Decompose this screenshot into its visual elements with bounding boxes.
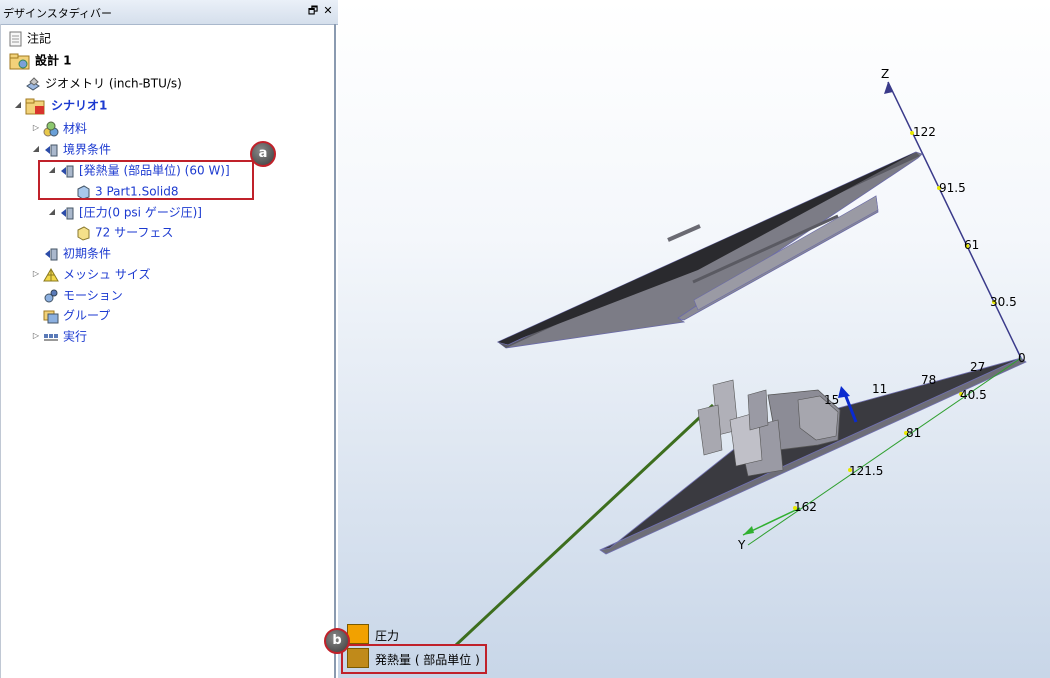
z-tick-label: 122 (913, 125, 936, 139)
expand-arrow-icon[interactable]: ▷ (31, 119, 41, 137)
tree-label: シナリオ1 (51, 98, 108, 113)
group-icon (43, 310, 59, 323)
partial-tick-label: 78 (921, 373, 936, 387)
study-tree: 注記 設計 1 ジオメトリ (inch-BTU/s) ◢ シナリオ1 ▷ 材料 … (0, 24, 336, 678)
tree-item-design[interactable]: 設計 1 (9, 51, 72, 69)
z-axis-line (887, 81, 1022, 359)
z-tick-label: 0 (1018, 351, 1026, 365)
tree-item-scenario[interactable]: ◢ シナリオ1 (15, 96, 108, 114)
tree-item-run[interactable]: ▷ 実行 (33, 327, 88, 345)
normal-arrowhead (838, 386, 850, 398)
tree-label: 初期条件 (63, 246, 112, 261)
tree-label: [圧力(0 psi ゲージ圧)] (79, 205, 202, 220)
model-viewport[interactable]: Z Y 122 91.5 61 30.5 0 40.5 81 121.5 162… (324, 0, 1050, 678)
tree-item-mesh-size[interactable]: ▷ メッシュ サイズ (33, 265, 151, 283)
collapse-arrow-icon[interactable]: ◢ (31, 140, 41, 158)
tree-label: 境界条件 (63, 142, 112, 157)
initial-conditions-icon (45, 248, 58, 260)
tree-item-notes[interactable]: 注記 (9, 29, 51, 47)
materials-icon (43, 121, 59, 136)
highlight-box-a (38, 160, 254, 200)
expand-arrow-icon[interactable]: ▷ (31, 327, 41, 345)
design-folder-icon (9, 53, 30, 69)
float-panel-icon[interactable]: 🗗 (306, 4, 320, 18)
tree-item-initial-conditions[interactable]: 初期条件 (43, 244, 111, 262)
partial-tick-label: 11 (872, 382, 887, 396)
panel-titlebar: デザインスタディバー 🗗 ✕ (0, 0, 338, 25)
x-tick-label: 162 (794, 500, 817, 514)
leader-line (454, 403, 715, 647)
tree-item-materials[interactable]: ▷ 材料 (33, 119, 88, 137)
collapse-arrow-icon[interactable]: ◢ (47, 203, 57, 221)
tree-label: 設計 1 (35, 53, 72, 68)
callout-b: b (324, 628, 350, 654)
run-icon (44, 333, 58, 341)
z-tick-label: 61 (964, 238, 979, 252)
motion-icon (44, 289, 58, 302)
tree-item-motion[interactable]: モーション (43, 286, 123, 304)
tree-item-group[interactable]: グループ (43, 306, 110, 324)
scenario-folder-icon (25, 98, 45, 114)
tree-label: 実行 (63, 329, 88, 344)
y-axis-label: Y (737, 538, 746, 552)
tree-label: ジオメトリ (inch-BTU/s) (45, 76, 182, 91)
tree-label: メッシュ サイズ (63, 267, 151, 282)
z-tick-label: 91.5 (939, 181, 966, 195)
x-tick-label: 40.5 (960, 388, 987, 402)
x-tick-label: 121.5 (849, 464, 883, 478)
tree-label: 材料 (63, 121, 88, 136)
highlight-box-b (341, 644, 487, 674)
z-tick-label: 30.5 (990, 295, 1017, 309)
pressure-icon (61, 207, 74, 219)
tree-item-pressure-surface[interactable]: 72 サーフェス (75, 223, 173, 241)
upper-plate (496, 151, 923, 349)
tree-item-boundary-conditions[interactable]: ◢ 境界条件 (33, 140, 112, 158)
geometry-icon (26, 76, 40, 91)
tree-label: グループ (63, 308, 111, 323)
tree-label: 72 サーフェス (95, 225, 174, 240)
callout-a: a (250, 141, 276, 167)
legend-label-pressure: 圧力 (375, 629, 400, 643)
note-icon (9, 31, 22, 46)
close-panel-icon[interactable]: ✕ (321, 4, 335, 18)
design-study-bar: デザインスタディバー 🗗 ✕ 注記 設計 1 ジオメトリ (inch-BTU/s… (0, 0, 338, 678)
panel-title: デザインスタディバー (3, 7, 113, 20)
tree-item-pressure[interactable]: ◢ [圧力(0 psi ゲージ圧)] (49, 203, 202, 221)
x-tick-label: 81 (906, 426, 921, 440)
surface-icon (77, 225, 90, 241)
tree-item-geometry[interactable]: ジオメトリ (inch-BTU/s) (25, 74, 182, 92)
mesh-icon (43, 267, 59, 281)
tree-label: 注記 (27, 31, 52, 46)
tree-label: モーション (63, 288, 123, 303)
boundary-conditions-icon (45, 144, 58, 156)
partial-tick-label: 15 (824, 393, 839, 407)
collapse-arrow-icon[interactable]: ◢ (13, 96, 23, 114)
legend-swatch-pressure (347, 624, 369, 644)
expand-arrow-icon[interactable]: ▷ (31, 265, 41, 283)
z-axis-label: Z (881, 67, 889, 81)
model-canvas[interactable]: Z Y 122 91.5 61 30.5 0 40.5 81 121.5 162… (338, 0, 1050, 678)
partial-tick-label: 27 (970, 360, 985, 374)
y-axis-arrowhead (743, 526, 754, 535)
